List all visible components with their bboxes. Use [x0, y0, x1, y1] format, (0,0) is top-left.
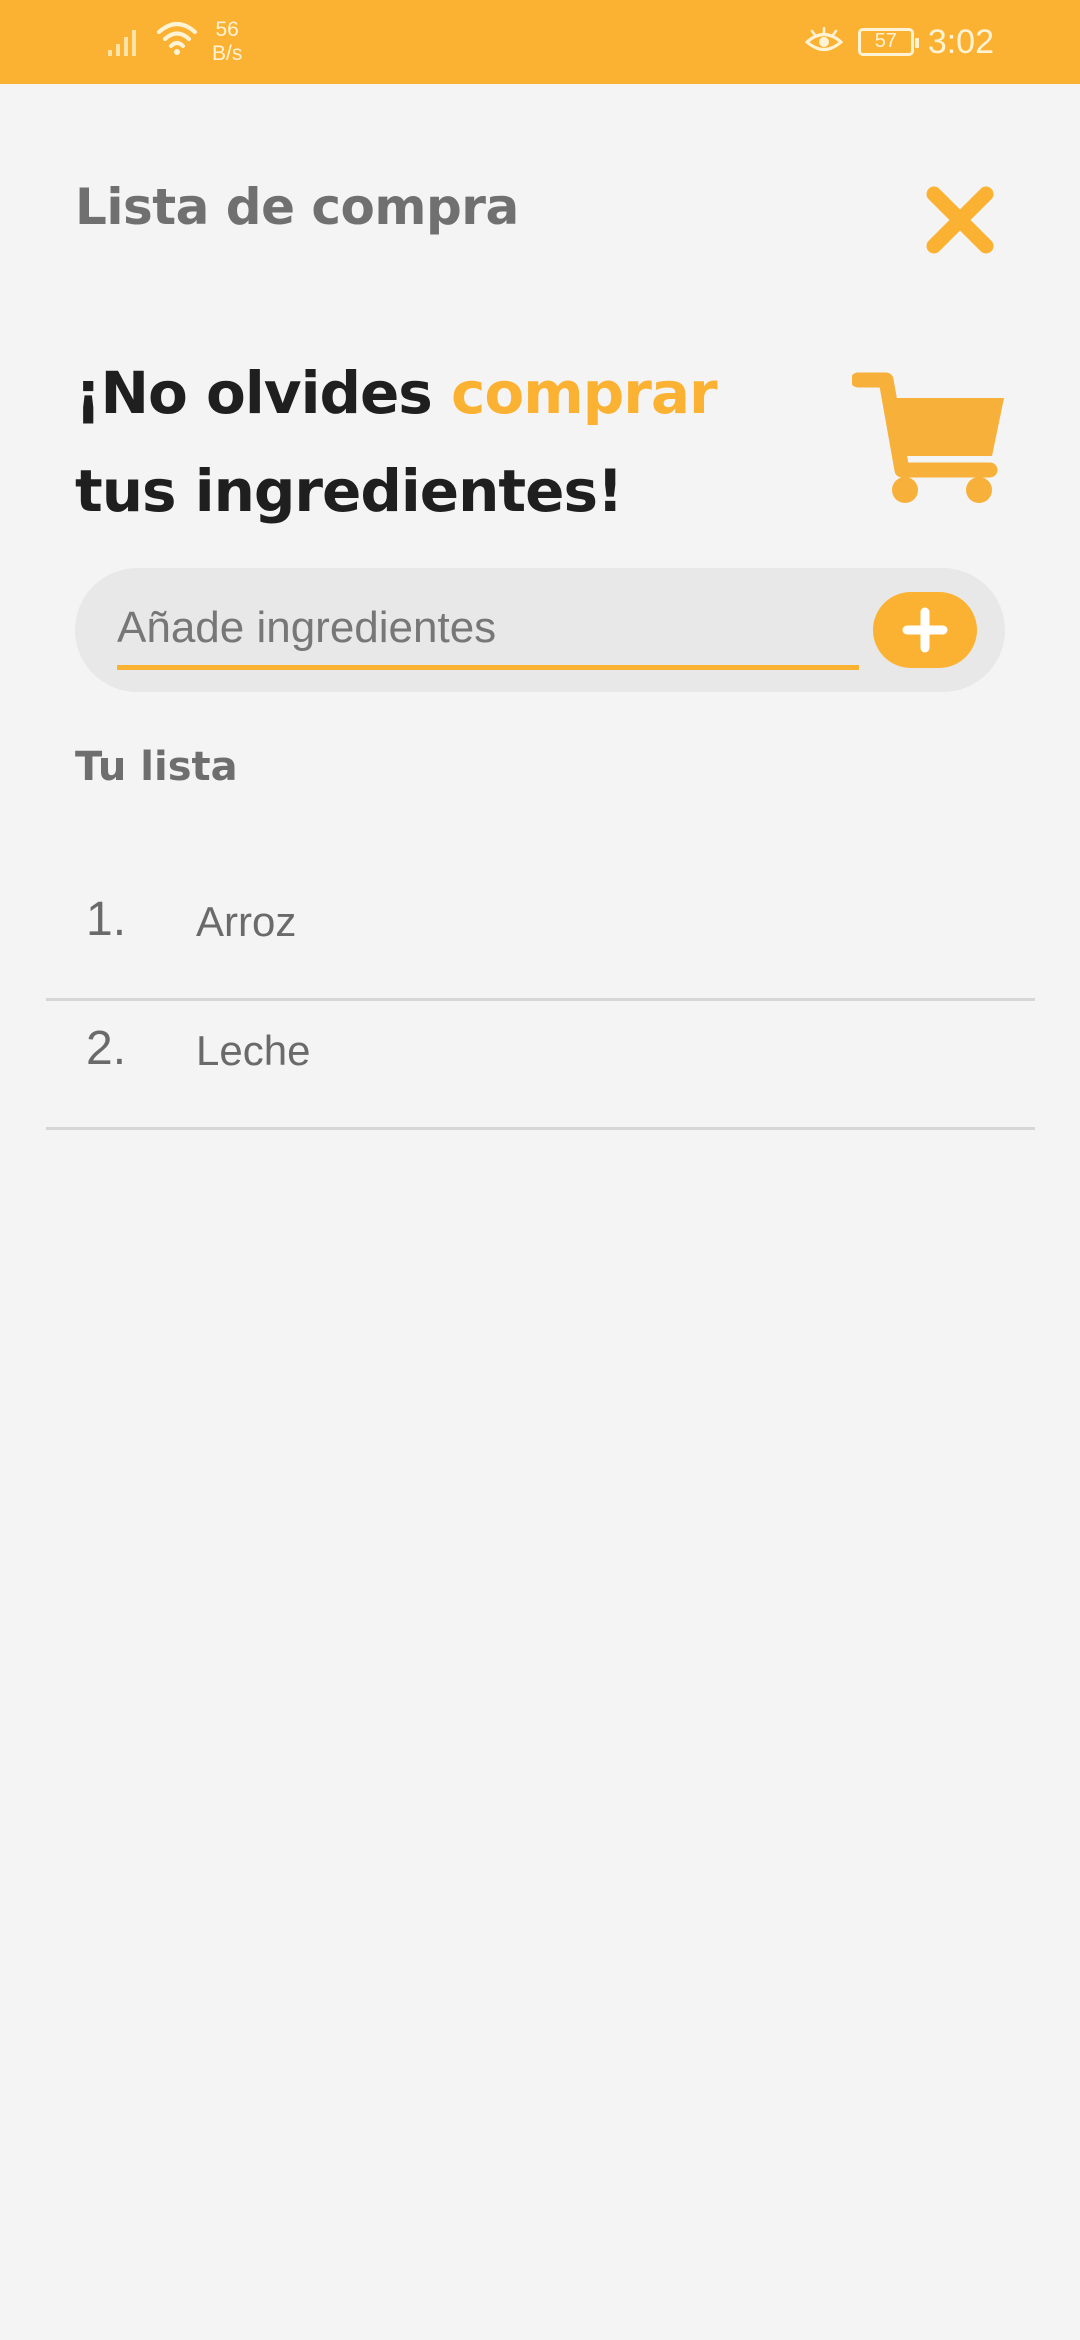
list-item-number: 1. [86, 893, 127, 946]
hero-line-1: ¡No olvides comprar [75, 344, 835, 442]
list-item-name: Arroz [196, 898, 297, 945]
network-speed-value: 56 [215, 18, 239, 41]
shopping-cart-icon [852, 372, 1004, 503]
wifi-icon [157, 22, 197, 55]
status-right: 57 3:02 [804, 18, 994, 66]
battery-icon: 57 [857, 28, 919, 56]
add-ingredient-bar [75, 568, 1005, 692]
signal-icon [108, 30, 136, 56]
hero-text-start: ¡No olvides [75, 359, 452, 427]
battery-level: 57 [874, 30, 897, 52]
status-left: 56 B/s [106, 18, 242, 66]
plus-icon [902, 607, 948, 653]
close-button[interactable] [922, 182, 998, 258]
hero-heading: ¡No olvides comprar tus ingredientes! [75, 344, 835, 540]
clock: 3:02 [927, 22, 994, 61]
network-speed-unit: B/s [212, 42, 243, 65]
status-bar: 56 B/s 57 3:02 [0, 0, 1080, 84]
shopping-list-screen: 56 B/s 57 3:02 Lista de compra ¡No olvid… [0, 0, 1080, 2340]
hero-line-2: tus ingredientes! [75, 457, 623, 525]
add-ingredient-button[interactable] [873, 592, 977, 668]
ingredient-list: 1. Arroz 2. Leche [46, 872, 1035, 1130]
hero-text-accent: comprar [451, 359, 718, 427]
list-title: Tu lista [75, 744, 238, 790]
network-speed: 56 B/s [212, 18, 242, 66]
list-item[interactable]: 2. Leche [46, 1001, 1035, 1130]
page-title: Lista de compra [75, 178, 519, 236]
ingredient-input[interactable] [117, 590, 859, 670]
list-item-name: Leche [196, 1027, 311, 1074]
list-item-number: 2. [86, 1022, 127, 1075]
eye-comfort-icon [804, 27, 844, 51]
list-item[interactable]: 1. Arroz [46, 872, 1035, 1001]
close-icon [926, 186, 994, 254]
